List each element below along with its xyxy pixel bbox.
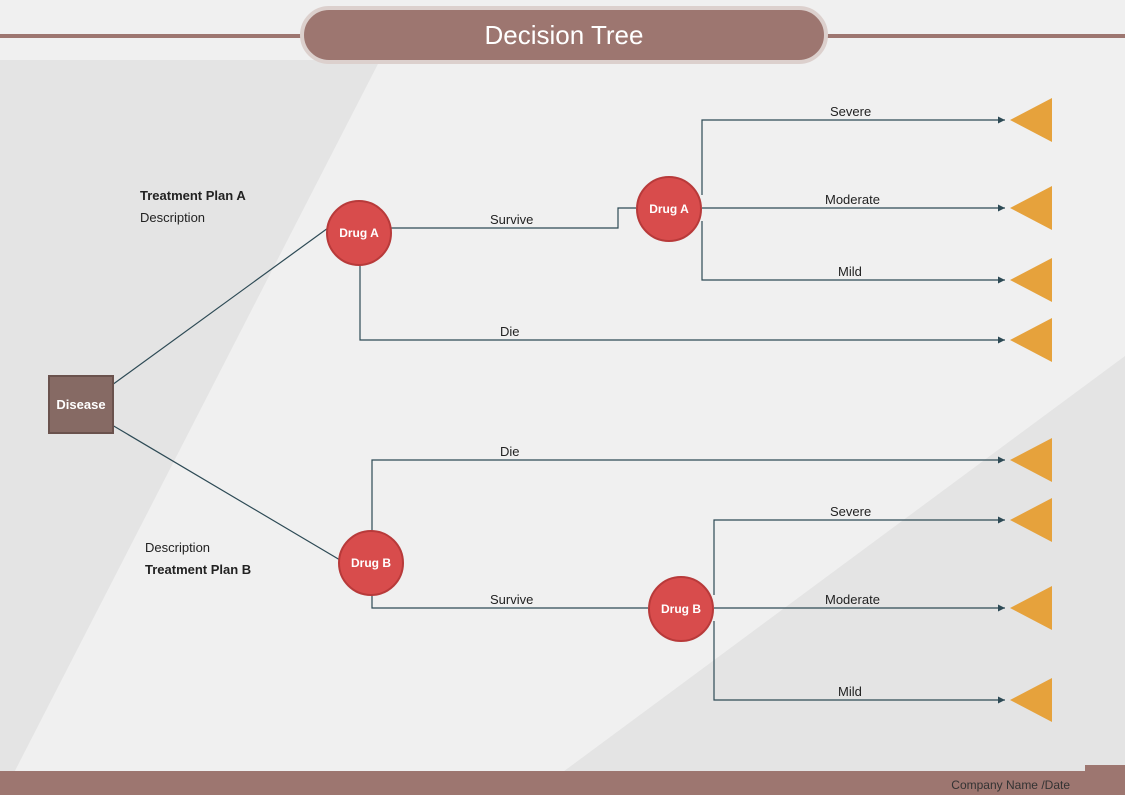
plan-a-edge-die: Die <box>500 324 520 339</box>
plan-a-title: Treatment Plan A <box>140 188 246 203</box>
plan-b-out-moderate: Moderate <box>825 592 880 607</box>
terminal-triangle <box>1010 678 1052 722</box>
footer-tab <box>1085 765 1125 795</box>
plan-a-out-severe: Severe <box>830 104 871 119</box>
plan-a-node-2: Drug A <box>636 176 702 242</box>
root-node-disease: Disease <box>48 375 114 434</box>
footer-label: Company Name /Date <box>951 778 1070 792</box>
plan-a-desc: Description <box>140 210 205 225</box>
plan-b-edge-die: Die <box>500 444 520 459</box>
plan-a-out-moderate: Moderate <box>825 192 880 207</box>
terminal-triangle <box>1010 318 1052 362</box>
diagram-title: Decision Tree <box>300 6 828 64</box>
terminal-triangle <box>1010 498 1052 542</box>
plan-a-out-mild: Mild <box>838 264 862 279</box>
terminal-triangle <box>1010 186 1052 230</box>
plan-b-out-mild: Mild <box>838 684 862 699</box>
plan-b-node-1: Drug B <box>338 530 404 596</box>
plan-a-node-1: Drug A <box>326 200 392 266</box>
plan-b-title: Treatment Plan B <box>145 562 251 577</box>
plan-b-desc: Description <box>145 540 210 555</box>
terminal-triangle <box>1010 586 1052 630</box>
terminal-triangle <box>1010 98 1052 142</box>
terminal-triangle <box>1010 258 1052 302</box>
plan-b-edge-survive: Survive <box>490 592 533 607</box>
plan-b-out-severe: Severe <box>830 504 871 519</box>
terminal-triangle <box>1010 438 1052 482</box>
tree-connectors <box>0 0 1125 795</box>
plan-b-node-2: Drug B <box>648 576 714 642</box>
plan-a-edge-survive: Survive <box>490 212 533 227</box>
